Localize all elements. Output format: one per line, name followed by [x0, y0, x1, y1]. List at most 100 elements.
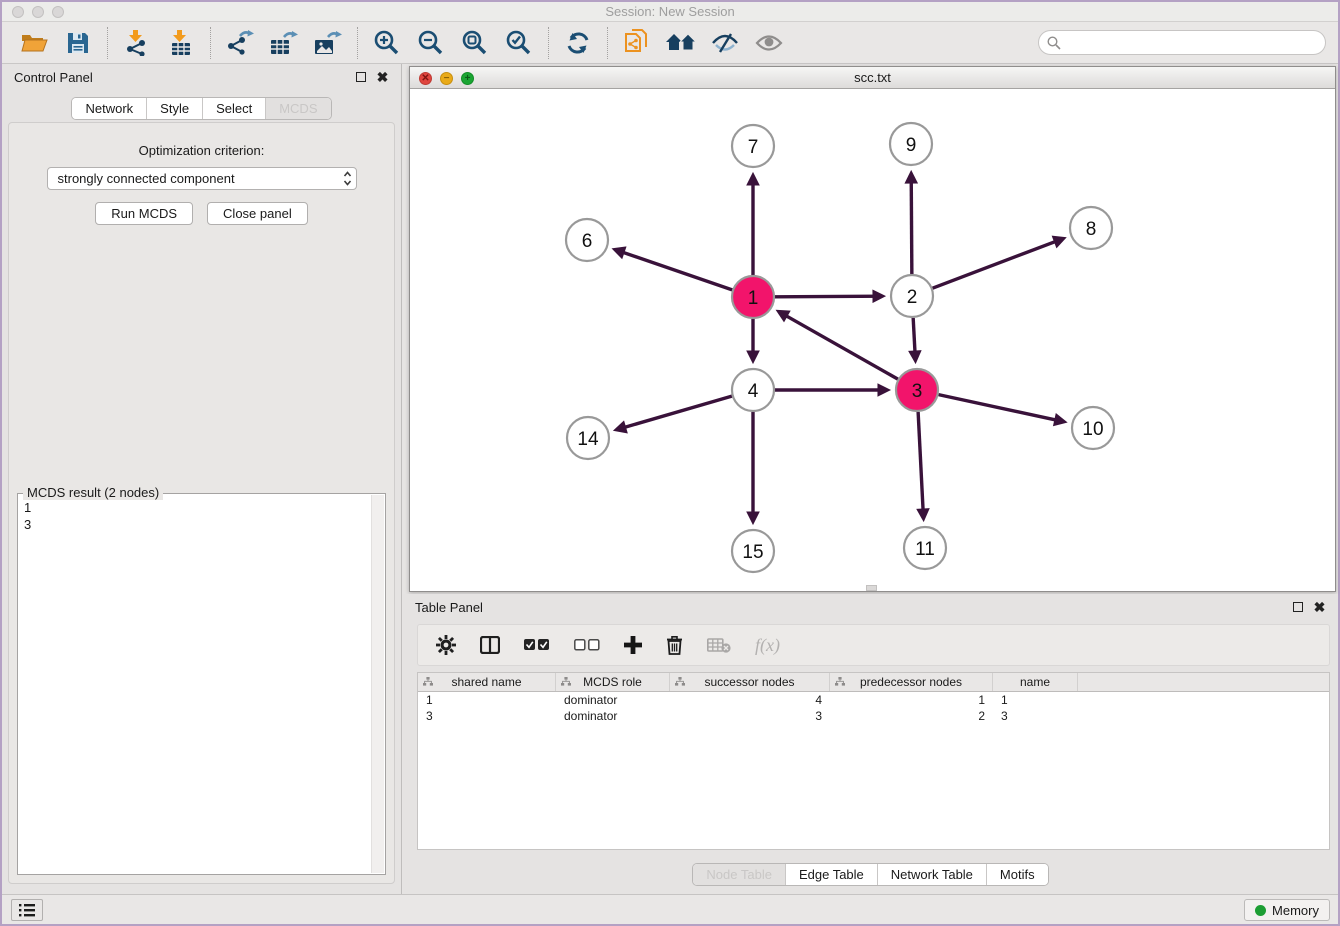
node-table-body: 1dominator4113dominator323: [418, 692, 1329, 724]
graph-node-8[interactable]: 8: [1070, 207, 1112, 249]
tab-motifs[interactable]: Motifs: [986, 864, 1048, 885]
graph-node-3[interactable]: 3: [896, 369, 938, 411]
zoom-fit-button[interactable]: [455, 25, 495, 61]
column-header-predecessor-nodes[interactable]: predecessor nodes: [830, 673, 993, 691]
graph-node-14[interactable]: 14: [567, 417, 609, 459]
unselect-all-columns-button[interactable]: [574, 639, 600, 651]
hierarchy-icon: [561, 677, 571, 686]
table-cell[interactable]: 3: [670, 708, 830, 724]
column-header-successor-nodes[interactable]: successor nodes: [670, 673, 830, 691]
network-close-button[interactable]: ✕: [419, 72, 432, 85]
graph-node-9[interactable]: 9: [890, 123, 932, 165]
search-box[interactable]: [1038, 30, 1326, 55]
function-builder-button[interactable]: f(x): [755, 635, 780, 656]
delete-table-icon: [707, 637, 731, 653]
edge-2-8[interactable]: [933, 239, 1063, 289]
delete-table-button[interactable]: [707, 637, 731, 653]
graph-node-2[interactable]: 2: [891, 275, 933, 317]
graph-node-6[interactable]: 6: [566, 219, 608, 261]
select-all-columns-button[interactable]: [524, 639, 550, 651]
mcds-result-item[interactable]: 1: [24, 499, 366, 516]
hide-unhide-button[interactable]: [705, 25, 745, 61]
zoom-in-button[interactable]: [367, 25, 407, 61]
table-cell[interactable]: 1: [418, 692, 556, 708]
edge-1-6[interactable]: [615, 250, 732, 290]
graph-node-10[interactable]: 10: [1072, 407, 1114, 449]
export-network-button[interactable]: [220, 25, 260, 61]
table-settings-button[interactable]: [436, 635, 456, 655]
refresh-button[interactable]: [558, 25, 598, 61]
import-table-button[interactable]: [161, 25, 201, 61]
export-image-button[interactable]: [308, 25, 348, 61]
tab-mcds[interactable]: MCDS: [265, 98, 330, 119]
network-window-titlebar[interactable]: ✕ − + scc.txt: [410, 67, 1335, 89]
maximize-window-button[interactable]: [52, 6, 64, 18]
minimize-window-button[interactable]: [32, 6, 44, 18]
table-row[interactable]: 1dominator411: [418, 692, 1329, 708]
edge-4-14[interactable]: [617, 396, 732, 429]
criterion-select[interactable]: strongly connected component: [47, 167, 357, 190]
tab-edge-table[interactable]: Edge Table: [785, 864, 877, 885]
tab-network[interactable]: Network: [72, 98, 146, 119]
tab-network-table[interactable]: Network Table: [877, 864, 986, 885]
open-session-button[interactable]: [14, 25, 54, 61]
table-cell[interactable]: 4: [670, 692, 830, 708]
mcds-result-item[interactable]: 3: [24, 516, 366, 533]
table-cell[interactable]: 2: [830, 708, 993, 724]
task-history-button[interactable]: [11, 899, 43, 921]
column-header-MCDS-role[interactable]: MCDS role: [556, 673, 670, 691]
home-view-button[interactable]: [661, 25, 701, 61]
zoom-selected-button[interactable]: [499, 25, 539, 61]
close-table-panel-button[interactable]: ✖: [1313, 601, 1326, 614]
show-column-panel-button[interactable]: [480, 636, 500, 654]
edge-3-1[interactable]: [779, 312, 898, 379]
graph-node-4[interactable]: 4: [732, 369, 774, 411]
column-header-shared-name[interactable]: shared name: [418, 673, 556, 691]
column-header-name[interactable]: name: [993, 673, 1078, 691]
close-panel-button-mcds[interactable]: Close panel: [207, 202, 308, 225]
table-cell[interactable]: 1: [993, 692, 1078, 708]
network-graph[interactable]: 7 9 6 8 1 2 4 3 14 10 15 11: [410, 89, 1335, 591]
close-window-button[interactable]: [12, 6, 24, 18]
table-cell[interactable]: 3: [418, 708, 556, 724]
save-session-button[interactable]: [58, 25, 98, 61]
table-cell[interactable]: 3: [993, 708, 1078, 724]
search-input[interactable]: [1065, 35, 1325, 50]
table-cell[interactable]: dominator: [556, 708, 670, 724]
result-scrollbar[interactable]: [371, 495, 384, 873]
edge-2-9[interactable]: [911, 174, 912, 274]
edge-3-10[interactable]: [939, 395, 1064, 422]
memory-button[interactable]: Memory: [1244, 899, 1330, 921]
window-controls[interactable]: [12, 6, 64, 18]
network-maximize-button[interactable]: +: [461, 72, 474, 85]
tab-style[interactable]: Style: [146, 98, 202, 119]
close-panel-button[interactable]: ✖: [376, 71, 389, 84]
tab-node-table[interactable]: Node Table: [693, 864, 785, 885]
horizontal-scrollbar-thumb[interactable]: [866, 585, 877, 591]
graph-node-11[interactable]: 11: [904, 527, 946, 569]
mcds-result-list[interactable]: 13: [20, 496, 370, 872]
import-network-button[interactable]: [117, 25, 157, 61]
copy-network-button[interactable]: [617, 25, 657, 61]
run-mcds-button[interactable]: Run MCDS: [95, 202, 193, 225]
show-all-button[interactable]: [749, 25, 789, 61]
table-cell[interactable]: 1: [830, 692, 993, 708]
float-table-panel-button[interactable]: [1291, 601, 1304, 614]
graph-node-7[interactable]: 7: [732, 125, 774, 167]
table-row[interactable]: 3dominator323: [418, 708, 1329, 724]
export-table-button[interactable]: [264, 25, 304, 61]
edge-2-3[interactable]: [913, 318, 915, 360]
table-cell[interactable]: dominator: [556, 692, 670, 708]
edge-3-11[interactable]: [918, 412, 923, 518]
graph-node-15[interactable]: 15: [732, 530, 774, 572]
zoom-out-button[interactable]: [411, 25, 451, 61]
graph-node-1[interactable]: 1: [732, 276, 774, 318]
edge-1-2[interactable]: [775, 296, 882, 297]
network-minimize-button[interactable]: −: [440, 72, 453, 85]
tab-select[interactable]: Select: [202, 98, 265, 119]
create-column-button[interactable]: [624, 636, 642, 654]
network-canvas[interactable]: 7 9 6 8 1 2 4 3 14 10 15 11: [410, 89, 1335, 591]
float-icon: [356, 72, 366, 82]
float-panel-button[interactable]: [354, 71, 367, 84]
delete-column-button[interactable]: [666, 635, 683, 655]
